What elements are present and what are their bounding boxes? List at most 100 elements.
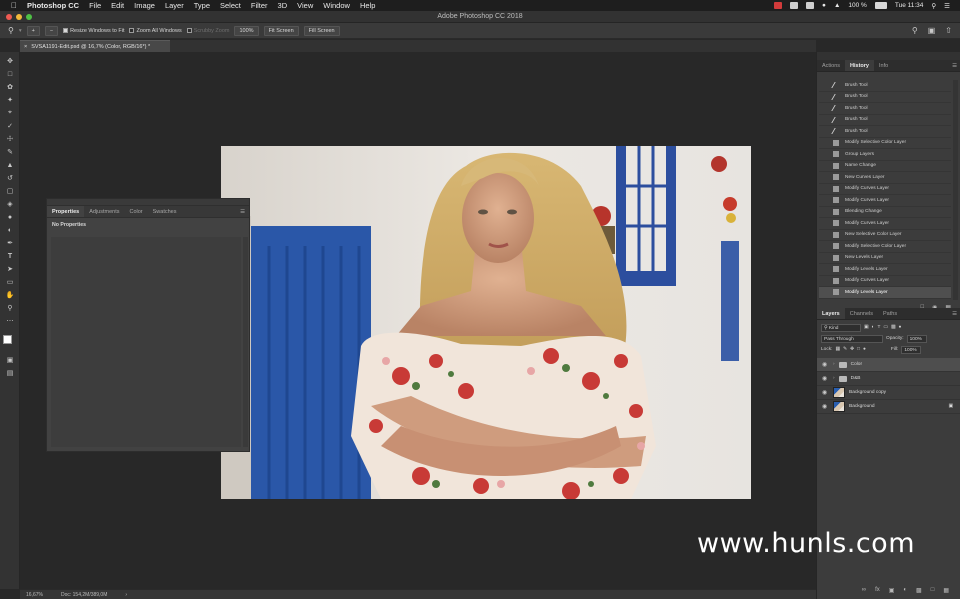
tab-adjustments[interactable]: Adjustments [84, 206, 124, 217]
history-state[interactable]: Group Layers [819, 149, 951, 161]
move-tool-icon[interactable]: ✥ [4, 56, 16, 66]
status-menu-icon[interactable]: › [125, 592, 127, 598]
history-state[interactable]: New Levels Layer [819, 253, 951, 264]
wifi-icon[interactable]: ● [822, 2, 826, 9]
filter-smart-object-icon[interactable]: ▩ [891, 325, 896, 330]
new-adjustment-layer-icon[interactable]: ◐ [903, 587, 907, 593]
lock-image-icon[interactable]: ✎ [843, 347, 847, 352]
layer-row[interactable]: ◉ Background copy [817, 386, 960, 400]
tab-layers[interactable]: Layers [817, 308, 845, 319]
history-state[interactable]: Brush Tool [819, 92, 951, 103]
add-mask-icon[interactable]: ▣ [889, 587, 895, 594]
history-state[interactable]: Modify Selective Color Layer [819, 241, 951, 253]
filter-shape-icon[interactable]: ▭ [883, 325, 888, 330]
foreground-color-swatch[interactable] [3, 335, 12, 344]
spotlight-icon[interactable]: ⚲ [931, 2, 936, 10]
menu-layer[interactable]: Layer [165, 1, 184, 10]
battery-icon[interactable] [874, 2, 887, 9]
fill-input[interactable]: 100% [901, 345, 922, 354]
status-icon[interactable] [774, 2, 783, 9]
history-state[interactable]: New Selective Color Layer [819, 230, 951, 241]
visibility-eye-icon[interactable]: ◉ [822, 361, 829, 368]
lock-transparent-icon[interactable]: ▦ [835, 347, 840, 352]
visibility-eye-icon[interactable]: ◉ [822, 389, 829, 396]
close-tab-icon[interactable]: × [24, 44, 27, 50]
zoom-100-button[interactable]: 100% [234, 25, 259, 36]
history-state[interactable]: Name Change [819, 161, 951, 172]
quick-selection-tool-icon[interactable]: ✦ [4, 95, 16, 105]
share-icon[interactable]: ⇧ [945, 26, 952, 35]
history-state[interactable]: Brush Tool [819, 115, 951, 126]
properties-scrollbar[interactable] [243, 237, 248, 447]
tool-preset-dropdown-icon[interactable]: ▾ [19, 28, 22, 34]
zoom-in-icon[interactable]: + [26, 25, 40, 36]
fit-screen-button[interactable]: Fit Screen [263, 25, 299, 36]
clock[interactable]: Tue 11:34 [895, 2, 924, 9]
history-state[interactable]: Modify Levels Layer [819, 287, 951, 299]
history-state[interactable]: Modify Levels Layer [819, 264, 951, 276]
tab-info[interactable]: Info [874, 60, 893, 71]
history-state[interactable]: Modify Curves Layer [819, 218, 951, 230]
layer-row[interactable]: ◉ › Color [817, 358, 960, 372]
screen-mode-icon[interactable]: ▤ [4, 368, 16, 378]
lock-artboard-icon[interactable]: □ [857, 347, 860, 352]
tab-history[interactable]: History [845, 60, 874, 71]
menu-view[interactable]: View [297, 1, 313, 10]
clone-stamp-tool-icon[interactable]: ▲ [4, 160, 16, 170]
group-expand-icon[interactable]: › [833, 376, 835, 381]
history-state[interactable]: Blending Change [819, 207, 951, 218]
apple-icon[interactable]:  [11, 1, 17, 10]
tab-channels[interactable]: Channels [845, 308, 878, 319]
layer-filter-kind[interactable]: ⚲ Kind [821, 323, 861, 332]
layer-row[interactable]: ◉ Background ▣ [817, 400, 960, 414]
marquee-tool-icon[interactable]: □ [4, 69, 16, 79]
tab-swatches[interactable]: Swatches [148, 206, 182, 217]
new-layer-icon[interactable]: □ [931, 587, 935, 593]
lasso-tool-icon[interactable]: ✿ [4, 82, 16, 92]
eyedropper-tool-icon[interactable]: ✓ [4, 121, 16, 131]
new-group-icon[interactable]: ▩ [916, 587, 922, 594]
menu-select[interactable]: Select [220, 1, 241, 10]
document-size[interactable]: Doc: 154,2M/389,0M [61, 592, 107, 598]
history-state[interactable]: Brush Tool [819, 80, 951, 92]
blend-mode-select[interactable]: Pass Through [821, 334, 883, 343]
menu-edit[interactable]: Edit [111, 1, 124, 10]
zoom-all-windows-checkbox[interactable]: Zoom All Windows [129, 28, 182, 34]
path-selection-tool-icon[interactable]: ➤ [4, 264, 16, 274]
menu-file[interactable]: File [89, 1, 101, 10]
history-state[interactable]: Brush Tool [819, 103, 951, 115]
type-tool-icon[interactable]: T [4, 251, 16, 261]
filter-type-icon[interactable]: T [877, 325, 880, 330]
tab-paths[interactable]: Paths [878, 308, 902, 319]
zoom-level[interactable]: 16,67% [26, 592, 43, 598]
panel-menu-icon[interactable]: ☰ [236, 206, 249, 217]
visibility-eye-icon[interactable]: ◉ [822, 375, 829, 382]
history-state[interactable]: Modify Curves Layer [819, 184, 951, 195]
pen-tool-icon[interactable]: ✒ [4, 238, 16, 248]
history-state[interactable]: Modify Selective Color Layer [819, 138, 951, 149]
menu-3d[interactable]: 3D [278, 1, 288, 10]
rectangle-tool-icon[interactable]: ▭ [4, 277, 16, 287]
menu-help[interactable]: Help [360, 1, 375, 10]
history-brush-tool-icon[interactable]: ↺ [4, 173, 16, 183]
tab-actions[interactable]: Actions [817, 60, 845, 71]
lock-position-icon[interactable]: ✥ [850, 347, 854, 352]
panel-menu-icon[interactable]: ☰ [948, 308, 960, 319]
workspace-icon[interactable]: ▣ [928, 26, 936, 35]
delete-layer-icon[interactable]: ▦ [943, 587, 949, 594]
menu-app-name[interactable]: Photoshop CC [27, 1, 79, 10]
scrubby-zoom-checkbox[interactable]: Scrubby Zoom [186, 28, 229, 34]
menu-type[interactable]: Type [194, 1, 210, 10]
menu-extra-icon[interactable] [790, 2, 799, 9]
quick-mask-icon[interactable]: ▣ [4, 355, 16, 365]
hand-tool-icon[interactable]: ✋ [4, 290, 16, 300]
zoom-out-icon[interactable]: − [44, 25, 59, 36]
notification-icon[interactable]: ☰ [944, 2, 950, 10]
history-state[interactable]: New Curves Layer [819, 172, 951, 184]
zoom-tool-icon[interactable]: ⚲ [4, 303, 16, 313]
history-state[interactable]: Modify Curves Layer [819, 195, 951, 207]
tab-color[interactable]: Color [124, 206, 147, 217]
more-tools-icon[interactable]: ⋯ [4, 316, 16, 326]
search-icon[interactable]: ⚲ [912, 26, 918, 35]
document-canvas-photo[interactable] [221, 146, 751, 499]
